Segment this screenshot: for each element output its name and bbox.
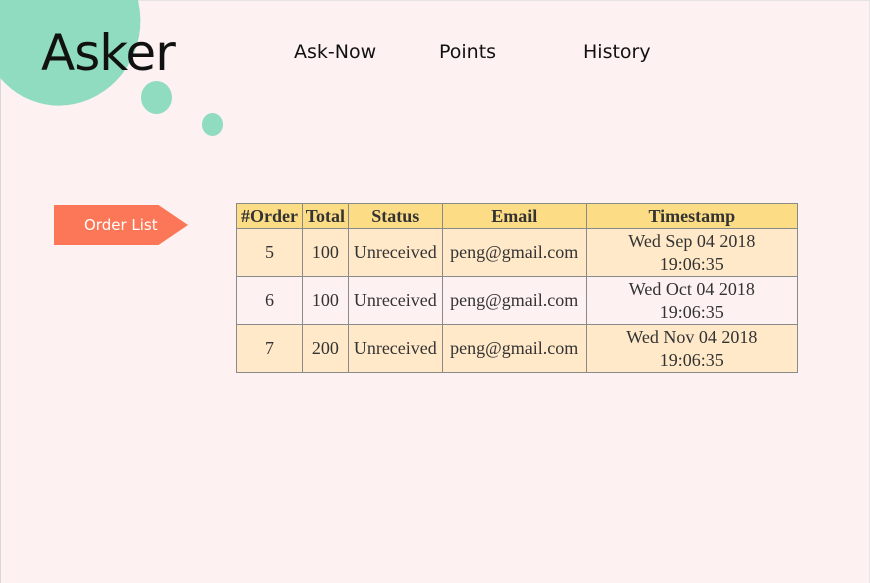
cell-timestamp: Wed Nov 04 2018 19:06:35 (585, 324, 799, 373)
nav-history[interactable]: History (583, 40, 651, 64)
cell-email: peng@gmail.com (441, 276, 587, 325)
column-header-timestamp: Timestamp (585, 203, 799, 229)
cell-status: Unreceived (347, 276, 443, 325)
cell-order: 7 (236, 324, 303, 373)
timestamp-time: 19:06:35 (659, 253, 724, 274)
timestamp-date: Wed Nov 04 2018 (626, 326, 758, 347)
nav-ask-now[interactable]: Ask-Now (294, 40, 376, 64)
cell-total: 100 (301, 228, 349, 277)
timestamp-time: 19:06:35 (659, 349, 724, 370)
timestamp-time: 19:06:35 (659, 301, 724, 322)
cell-status: Unreceived (347, 228, 443, 277)
orders-table: #Order Total Status Email Timestamp 5 10… (236, 203, 799, 373)
cell-total: 100 (301, 276, 349, 325)
order-list-tab[interactable]: Order List (54, 205, 188, 245)
cell-timestamp: Wed Sep 04 2018 19:06:35 (585, 228, 799, 277)
nav-points[interactable]: Points (439, 40, 496, 64)
timestamp-date: Wed Sep 04 2018 (628, 230, 756, 251)
cell-email: peng@gmail.com (441, 324, 587, 373)
logo[interactable]: Asker (41, 23, 176, 83)
cell-total: 200 (301, 324, 349, 373)
decor-blob-small (202, 113, 223, 136)
table-row: 5 100 Unreceived peng@gmail.com Wed Sep … (236, 228, 799, 277)
column-header-order: #Order (236, 203, 303, 229)
cell-timestamp: Wed Oct 04 2018 19:06:35 (585, 276, 799, 325)
cell-email: peng@gmail.com (441, 228, 587, 277)
table-header-row: #Order Total Status Email Timestamp (236, 203, 799, 229)
column-header-status: Status (347, 203, 443, 229)
timestamp-date: Wed Oct 04 2018 (628, 278, 755, 299)
cell-status: Unreceived (347, 324, 443, 373)
column-header-email: Email (441, 203, 587, 229)
table-row: 7 200 Unreceived peng@gmail.com Wed Nov … (236, 324, 799, 373)
table-row: 6 100 Unreceived peng@gmail.com Wed Oct … (236, 276, 799, 325)
cell-order: 5 (236, 228, 303, 277)
decor-blob-medium (141, 81, 172, 114)
column-header-total: Total (301, 203, 349, 229)
cell-order: 6 (236, 276, 303, 325)
